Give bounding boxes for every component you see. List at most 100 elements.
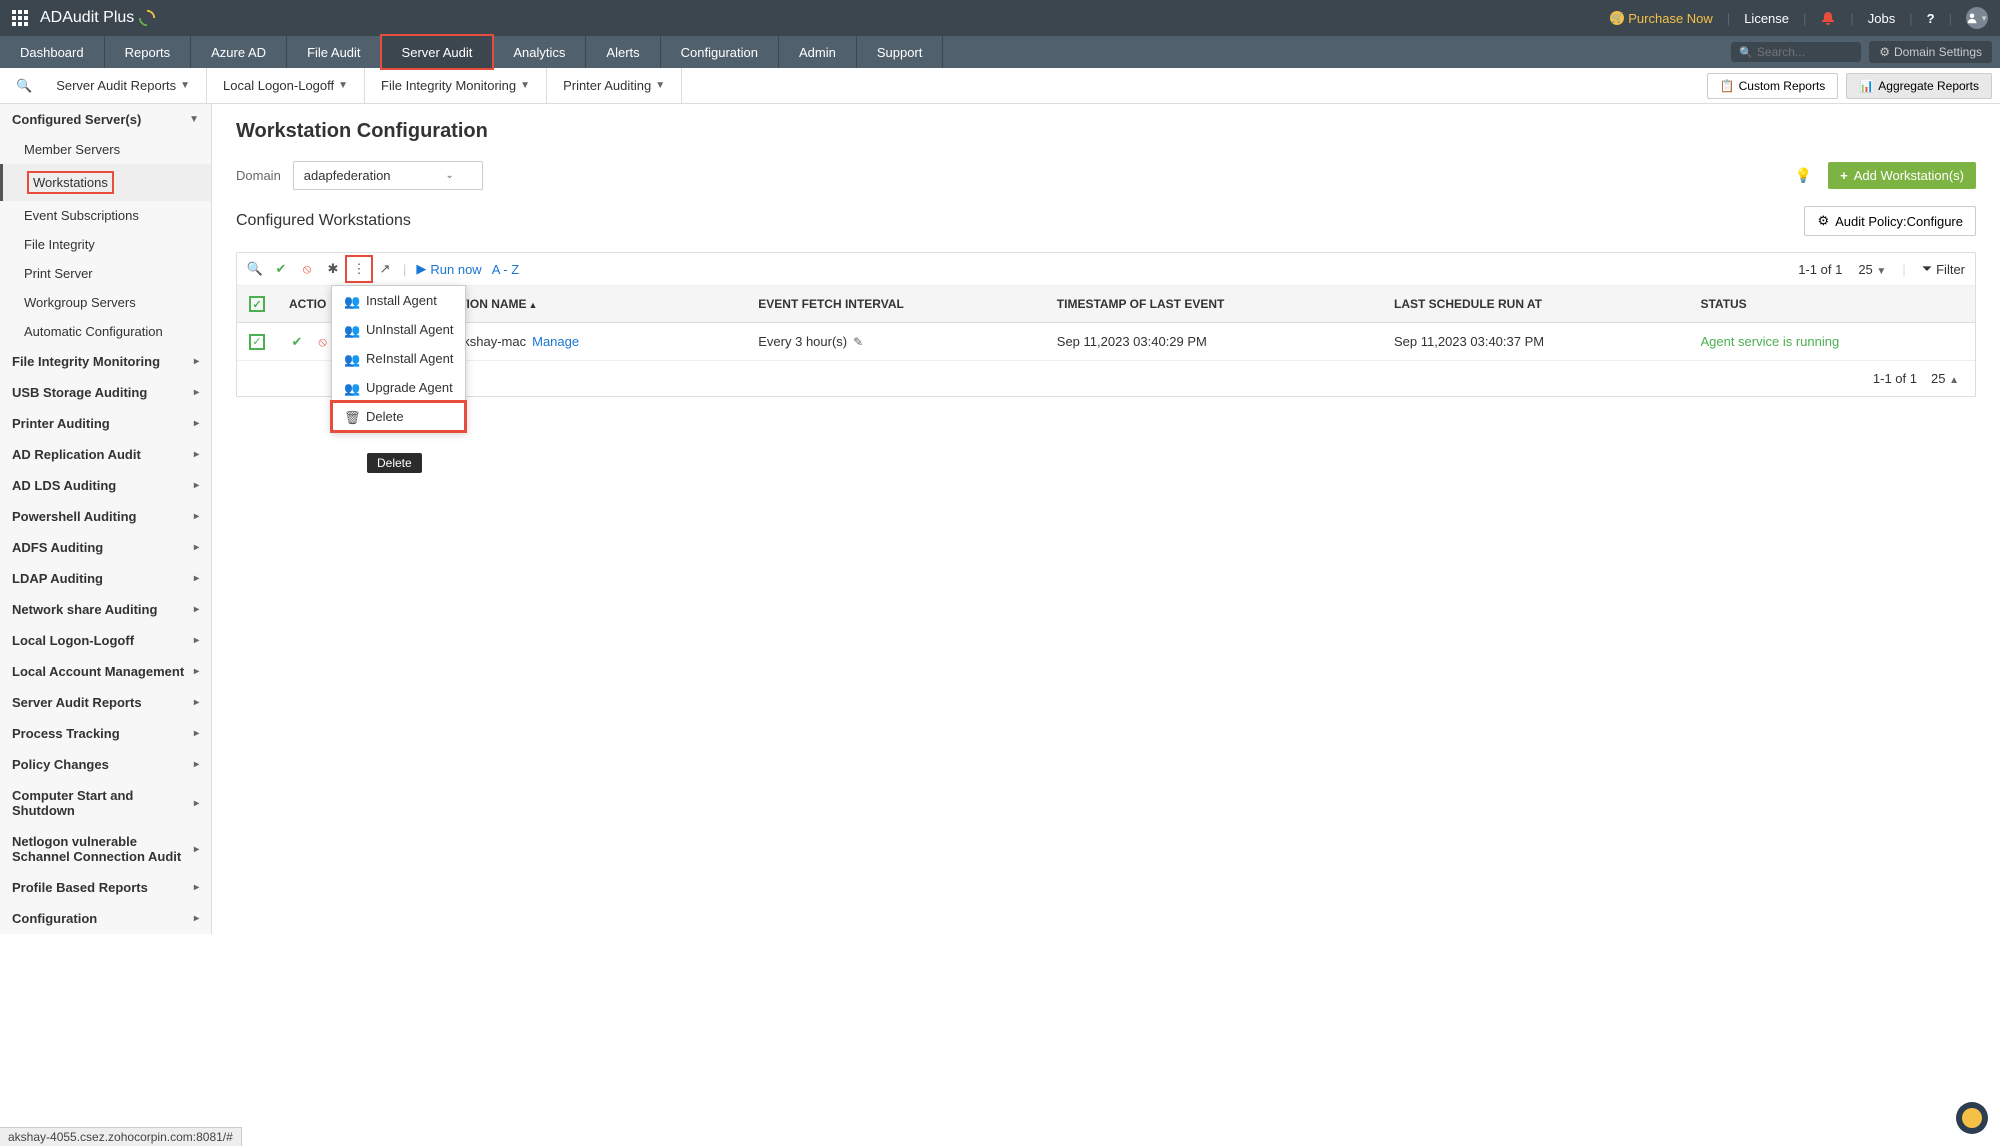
custom-reports-button[interactable]: 📋 Custom Reports [1707, 73, 1839, 99]
sidegroup-configuration[interactable]: Configuration▸ [0, 903, 211, 934]
sidegroup-network-share[interactable]: Network share Auditing▸ [0, 594, 211, 625]
sidebar-event-subscriptions[interactable]: Event Subscriptions [0, 201, 211, 230]
user-avatar[interactable]: ▼ [1966, 7, 1988, 29]
row-disable-icon[interactable]: ⦸ [315, 334, 331, 350]
jobs-link[interactable]: Jobs [1868, 11, 1895, 26]
dropdown-reinstall-agent[interactable]: 👥 ReInstall Agent [332, 344, 465, 373]
nav-admin[interactable]: Admin [779, 36, 857, 68]
gear-icon: ⚙ [1817, 213, 1829, 229]
dropdown-install-agent[interactable]: 👥 Install Agent [332, 286, 465, 315]
aggregate-icon: 📊 [1859, 79, 1874, 93]
sidebar-print-server[interactable]: Print Server [0, 259, 211, 288]
col-last-schedule[interactable]: LAST SCHEDULE RUN AT [1382, 286, 1688, 323]
sidegroup-process-tracking[interactable]: Process Tracking▸ [0, 718, 211, 749]
dropdown-uninstall-agent[interactable]: 👥 UnInstall Agent [332, 315, 465, 344]
sidegroup-local-logon[interactable]: Local Logon-Logoff▸ [0, 625, 211, 656]
col-event-interval[interactable]: EVENT FETCH INTERVAL [746, 286, 1045, 323]
quick-search-icon[interactable]: 🔍 [8, 78, 40, 94]
nav-dashboard[interactable]: Dashboard [0, 36, 105, 68]
sidebar-file-integrity[interactable]: File Integrity [0, 230, 211, 259]
add-workstation-button[interactable]: + Add Workstation(s) [1828, 162, 1976, 189]
logo-swirl-icon [138, 9, 156, 27]
col-status[interactable]: STATUS [1688, 286, 1975, 323]
subnav-local-logon-logoff[interactable]: Local Logon-Logoff ▼ [207, 68, 365, 104]
page-title: Workstation Configuration [236, 120, 1976, 143]
edit-interval-icon[interactable]: ✎ [853, 335, 863, 349]
sidegroup-netlogon[interactable]: Netlogon vulnerable Schannel Connection … [0, 826, 211, 872]
sidegroup-local-account[interactable]: Local Account Management▸ [0, 656, 211, 687]
help-icon[interactable]: ? [1927, 11, 1935, 26]
sidebar-header[interactable]: Configured Server(s)▼ [0, 104, 211, 135]
nav-analytics[interactable]: Analytics [493, 36, 586, 68]
search-input[interactable] [1757, 45, 1853, 59]
audit-policy-button[interactable]: ⚙ Audit Policy:Configure [1804, 206, 1976, 236]
sidegroup-printer-auditing[interactable]: Printer Auditing▸ [0, 408, 211, 439]
license-link[interactable]: License [1744, 11, 1789, 26]
nav-file-audit[interactable]: File Audit [287, 36, 381, 68]
sidegroup-profile-reports[interactable]: Profile Based Reports▸ [0, 872, 211, 903]
domain-select[interactable]: adapfederation ⌄ [293, 161, 483, 190]
install-icon: 👥 [344, 294, 358, 308]
nav-server-audit[interactable]: Server Audit [382, 36, 494, 68]
sidegroup-file-integrity-monitoring[interactable]: File Integrity Monitoring▸ [0, 346, 211, 377]
main-nav: Dashboard Reports Azure AD File Audit Se… [0, 36, 2000, 68]
nav-alerts[interactable]: Alerts [586, 36, 660, 68]
report-icon: 📋 [1720, 79, 1735, 93]
page-size-select[interactable]: 25 ▼ [1858, 262, 1886, 277]
status-bar-url: akshay-4055.csez.zohocorpin.com:8081/# [0, 1127, 242, 1146]
domain-settings-button[interactable]: ⚙ Domain Settings [1869, 41, 1992, 63]
manage-link[interactable]: Manage [532, 334, 579, 349]
lightbulb-icon[interactable]: 💡 [1795, 167, 1812, 184]
sidebar-workstations[interactable]: Workstations [0, 164, 211, 201]
bottom-pagination: 1-1 of 1 25 ▲ [237, 361, 1975, 396]
dropdown-upgrade-agent[interactable]: 👥 Upgrade Agent [332, 373, 465, 402]
bug-icon[interactable]: ✱ [325, 261, 341, 277]
pagination-range: 1-1 of 1 [1873, 371, 1917, 386]
nav-configuration[interactable]: Configuration [661, 36, 779, 68]
sidegroup-usb-storage[interactable]: USB Storage Auditing▸ [0, 377, 211, 408]
table-search-icon[interactable]: 🔍 [247, 261, 263, 277]
subnav-server-audit-reports[interactable]: Server Audit Reports ▼ [40, 68, 207, 104]
sidebar-member-servers[interactable]: Member Servers [0, 135, 211, 164]
filter-button[interactable]: ⏷ Filter [1922, 261, 1965, 277]
dropdown-delete[interactable]: 🗑 Delete [332, 402, 465, 431]
bell-icon[interactable] [1820, 10, 1836, 26]
sidegroup-computer-start[interactable]: Computer Start and Shutdown▸ [0, 780, 211, 826]
sidegroup-powershell[interactable]: Powershell Auditing▸ [0, 501, 211, 532]
pagination-size[interactable]: 25 ▲ [1931, 371, 1959, 386]
delete-tooltip: Delete [367, 453, 422, 473]
nav-azure-ad[interactable]: Azure AD [191, 36, 287, 68]
table-row: ✓ ✔ ⦸ 🖥 adap-akshay-mac Manage [237, 323, 1975, 361]
nav-reports[interactable]: Reports [105, 36, 192, 68]
header-checkbox[interactable]: ✓ [249, 296, 265, 312]
sidegroup-policy-changes[interactable]: Policy Changes▸ [0, 749, 211, 780]
aggregate-reports-button[interactable]: 📊 Aggregate Reports [1846, 73, 1992, 99]
gear-icon: ⚙ [1879, 45, 1890, 59]
sidegroup-server-audit-reports[interactable]: Server Audit Reports▸ [0, 687, 211, 718]
col-last-event[interactable]: TIMESTAMP OF LAST EVENT [1045, 286, 1382, 323]
sidebar-workgroup-servers[interactable]: Workgroup Servers [0, 288, 211, 317]
row-checkbox[interactable]: ✓ [249, 334, 265, 350]
filter-icon: ⏷ [1922, 261, 1932, 277]
subnav-file-integrity[interactable]: File Integrity Monitoring ▼ [365, 68, 547, 104]
floating-badge[interactable] [1956, 1102, 1988, 1134]
more-actions-icon[interactable]: ⋮ [351, 261, 367, 277]
subnav-printer-auditing[interactable]: Printer Auditing ▼ [547, 68, 682, 104]
export-icon[interactable]: ↗ [377, 261, 393, 277]
app-grid-icon[interactable] [12, 10, 28, 26]
run-now-link[interactable]: ▶ Run now [416, 261, 481, 277]
disable-icon[interactable]: ⦸ [299, 261, 315, 277]
pagination-top: 1-1 of 1 [1798, 262, 1842, 277]
search-box[interactable]: 🔍 [1731, 42, 1861, 62]
table-container: 🔍 ✔ ⦸ ✱ ⋮ ↗ | ▶ Run now A - Z 👥 [236, 252, 1976, 397]
sidegroup-adfs[interactable]: ADFS Auditing▸ [0, 532, 211, 563]
sidegroup-ad-replication[interactable]: AD Replication Audit▸ [0, 439, 211, 470]
purchase-now-link[interactable]: 🛒 Purchase Now [1610, 11, 1713, 26]
enable-icon[interactable]: ✔ [273, 261, 289, 277]
row-enable-icon[interactable]: ✔ [289, 334, 305, 350]
sidegroup-ldap[interactable]: LDAP Auditing▸ [0, 563, 211, 594]
sidebar-auto-config[interactable]: Automatic Configuration [0, 317, 211, 346]
nav-support[interactable]: Support [857, 36, 944, 68]
sidegroup-ad-lds[interactable]: AD LDS Auditing▸ [0, 470, 211, 501]
sort-az[interactable]: A - Z [492, 262, 519, 277]
